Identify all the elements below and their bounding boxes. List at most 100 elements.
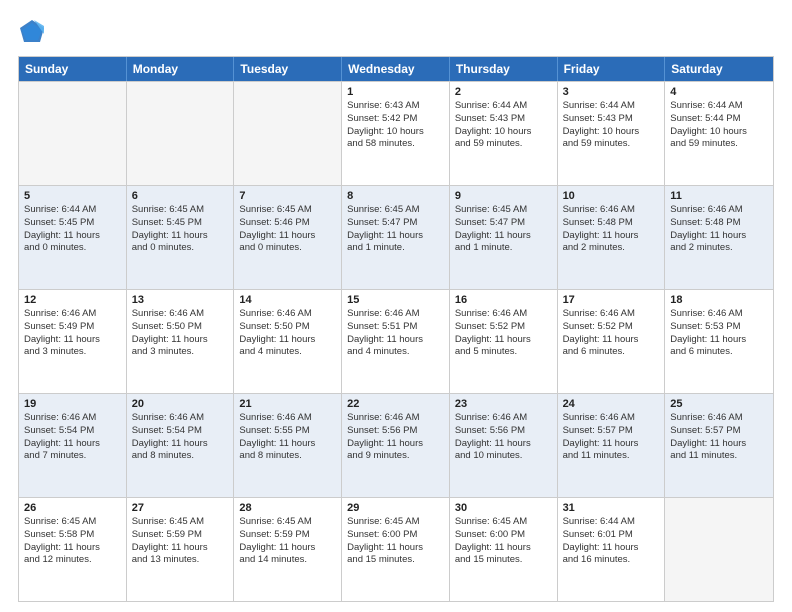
day-number: 16	[455, 294, 552, 306]
cell-info: Sunrise: 6:45 AM Sunset: 5:46 PM Dayligh…	[239, 204, 336, 255]
day-number: 24	[563, 398, 660, 410]
calendar-header: SundayMondayTuesdayWednesdayThursdayFrid…	[19, 57, 773, 81]
calendar: SundayMondayTuesdayWednesdayThursdayFrid…	[18, 56, 774, 602]
page: SundayMondayTuesdayWednesdayThursdayFrid…	[0, 0, 792, 612]
day-number: 18	[670, 294, 768, 306]
cell-info: Sunrise: 6:45 AM Sunset: 5:47 PM Dayligh…	[455, 204, 552, 255]
cal-cell-3-3: 14 Sunrise: 6:46 AM Sunset: 5:50 PM Dayli…	[234, 290, 342, 393]
cal-cell-2-1: 5 Sunrise: 6:44 AM Sunset: 5:45 PM Daylig…	[19, 186, 127, 289]
day-number: 7	[239, 190, 336, 202]
cell-info: Sunrise: 6:46 AM Sunset: 5:54 PM Dayligh…	[24, 412, 121, 463]
cell-info: Sunrise: 6:44 AM Sunset: 5:45 PM Dayligh…	[24, 204, 121, 255]
cell-info: Sunrise: 6:45 AM Sunset: 5:47 PM Dayligh…	[347, 204, 444, 255]
day-number: 19	[24, 398, 121, 410]
header-day-saturday: Saturday	[665, 57, 773, 81]
cal-cell-4-7: 25Sunrise: 6:46 AM Sunset: 5:57 PM Dayli…	[665, 394, 773, 497]
calendar-row-5: 26 Sunrise: 6:45 AM Sunset: 5:58 PM Dayli…	[19, 497, 773, 601]
day-number: 12	[24, 294, 121, 306]
cell-info: Sunrise: 6:46 AM Sunset: 5:56 PM Dayligh…	[347, 412, 444, 463]
cell-info: Sunrise: 6:45 AM Sunset: 6:00 PM Dayligh…	[455, 516, 552, 567]
day-number: 23	[455, 398, 552, 410]
cell-info: Sunrise: 6:46 AM Sunset: 5:54 PM Dayligh…	[132, 412, 229, 463]
cell-info: Sunrise: 6:45 AM Sunset: 6:00 PM Dayligh…	[347, 516, 444, 567]
cal-cell-4-6: 24Sunrise: 6:46 AM Sunset: 5:57 PM Dayli…	[558, 394, 666, 497]
cell-info: Sunrise: 6:45 AM Sunset: 5:59 PM Dayligh…	[239, 516, 336, 567]
day-number: 28	[239, 502, 336, 514]
day-number: 6	[132, 190, 229, 202]
calendar-row-3: 12 Sunrise: 6:46 AM Sunset: 5:49 PM Dayli…	[19, 289, 773, 393]
day-number: 22	[347, 398, 444, 410]
cal-cell-4-2: 20 Sunrise: 6:46 AM Sunset: 5:54 PM Dayli…	[127, 394, 235, 497]
cal-cell-2-3: 7 Sunrise: 6:45 AM Sunset: 5:46 PM Daylig…	[234, 186, 342, 289]
cell-info: Sunrise: 6:46 AM Sunset: 5:50 PM Dayligh…	[132, 308, 229, 359]
cal-cell-1-3	[234, 82, 342, 185]
cell-info: Sunrise: 6:46 AM Sunset: 5:56 PM Dayligh…	[455, 412, 552, 463]
header-day-friday: Friday	[558, 57, 666, 81]
cal-cell-4-4: 22 Sunrise: 6:46 AM Sunset: 5:56 PM Dayli…	[342, 394, 450, 497]
header	[18, 18, 774, 46]
cell-info: Sunrise: 6:46 AM Sunset: 5:53 PM Dayligh…	[670, 308, 768, 359]
cell-info: Sunrise: 6:45 AM Sunset: 5:59 PM Dayligh…	[132, 516, 229, 567]
day-number: 4	[670, 86, 768, 98]
cal-cell-3-6: 17 Sunrise: 6:46 AM Sunset: 5:52 PM Dayli…	[558, 290, 666, 393]
cell-info: Sunrise: 6:44 AM Sunset: 5:43 PM Dayligh…	[563, 100, 660, 151]
cell-info: Sunrise: 6:44 AM Sunset: 5:44 PM Dayligh…	[670, 100, 768, 151]
logo-icon	[18, 18, 46, 46]
cell-info: Sunrise: 6:44 AM Sunset: 5:43 PM Dayligh…	[455, 100, 552, 151]
cal-cell-3-7: 18 Sunrise: 6:46 AM Sunset: 5:53 PM Dayli…	[665, 290, 773, 393]
day-number: 26	[24, 502, 121, 514]
cell-info: Sunrise: 6:46 AM Sunset: 5:50 PM Dayligh…	[239, 308, 336, 359]
day-number: 10	[563, 190, 660, 202]
logo	[18, 18, 50, 46]
cell-info: Sunrise: 6:45 AM Sunset: 5:58 PM Dayligh…	[24, 516, 121, 567]
day-number: 29	[347, 502, 444, 514]
header-day-sunday: Sunday	[19, 57, 127, 81]
day-number: 31	[563, 502, 660, 514]
day-number: 30	[455, 502, 552, 514]
day-number: 11	[670, 190, 768, 202]
cal-cell-2-2: 6 Sunrise: 6:45 AM Sunset: 5:45 PM Daylig…	[127, 186, 235, 289]
day-number: 25	[670, 398, 768, 410]
cell-info: Sunrise: 6:46 AM Sunset: 5:48 PM Dayligh…	[563, 204, 660, 255]
cal-cell-5-3: 28 Sunrise: 6:45 AM Sunset: 5:59 PM Dayli…	[234, 498, 342, 601]
calendar-row-1: 1Sunrise: 6:43 AM Sunset: 5:42 PM Daylig…	[19, 81, 773, 185]
header-day-monday: Monday	[127, 57, 235, 81]
header-day-wednesday: Wednesday	[342, 57, 450, 81]
cal-cell-3-5: 16Sunrise: 6:46 AM Sunset: 5:52 PM Dayli…	[450, 290, 558, 393]
cal-cell-3-4: 15Sunrise: 6:46 AM Sunset: 5:51 PM Dayli…	[342, 290, 450, 393]
day-number: 9	[455, 190, 552, 202]
header-day-tuesday: Tuesday	[234, 57, 342, 81]
cal-cell-5-7	[665, 498, 773, 601]
cell-info: Sunrise: 6:46 AM Sunset: 5:48 PM Dayligh…	[670, 204, 768, 255]
cal-cell-2-6: 10 Sunrise: 6:46 AM Sunset: 5:48 PM Dayli…	[558, 186, 666, 289]
cal-cell-1-5: 2 Sunrise: 6:44 AM Sunset: 5:43 PM Daylig…	[450, 82, 558, 185]
cal-cell-2-4: 8 Sunrise: 6:45 AM Sunset: 5:47 PM Daylig…	[342, 186, 450, 289]
cal-cell-5-5: 30 Sunrise: 6:45 AM Sunset: 6:00 PM Dayli…	[450, 498, 558, 601]
cell-info: Sunrise: 6:44 AM Sunset: 6:01 PM Dayligh…	[563, 516, 660, 567]
cal-cell-1-6: 3 Sunrise: 6:44 AM Sunset: 5:43 PM Daylig…	[558, 82, 666, 185]
day-number: 3	[563, 86, 660, 98]
cal-cell-1-1	[19, 82, 127, 185]
cell-info: Sunrise: 6:46 AM Sunset: 5:49 PM Dayligh…	[24, 308, 121, 359]
cal-cell-3-1: 12 Sunrise: 6:46 AM Sunset: 5:49 PM Dayli…	[19, 290, 127, 393]
cell-info: Sunrise: 6:46 AM Sunset: 5:52 PM Dayligh…	[563, 308, 660, 359]
day-number: 14	[239, 294, 336, 306]
cal-cell-4-5: 23 Sunrise: 6:46 AM Sunset: 5:56 PM Dayli…	[450, 394, 558, 497]
day-number: 17	[563, 294, 660, 306]
cal-cell-5-2: 27Sunrise: 6:45 AM Sunset: 5:59 PM Dayli…	[127, 498, 235, 601]
calendar-row-2: 5 Sunrise: 6:44 AM Sunset: 5:45 PM Daylig…	[19, 185, 773, 289]
day-number: 2	[455, 86, 552, 98]
day-number: 13	[132, 294, 229, 306]
day-number: 15	[347, 294, 444, 306]
day-number: 8	[347, 190, 444, 202]
header-day-thursday: Thursday	[450, 57, 558, 81]
cell-info: Sunrise: 6:46 AM Sunset: 5:55 PM Dayligh…	[239, 412, 336, 463]
day-number: 20	[132, 398, 229, 410]
calendar-row-4: 19 Sunrise: 6:46 AM Sunset: 5:54 PM Dayli…	[19, 393, 773, 497]
day-number: 5	[24, 190, 121, 202]
cal-cell-5-1: 26 Sunrise: 6:45 AM Sunset: 5:58 PM Dayli…	[19, 498, 127, 601]
cal-cell-2-7: 11 Sunrise: 6:46 AM Sunset: 5:48 PM Dayli…	[665, 186, 773, 289]
day-number: 21	[239, 398, 336, 410]
cell-info: Sunrise: 6:45 AM Sunset: 5:45 PM Dayligh…	[132, 204, 229, 255]
cal-cell-1-2	[127, 82, 235, 185]
